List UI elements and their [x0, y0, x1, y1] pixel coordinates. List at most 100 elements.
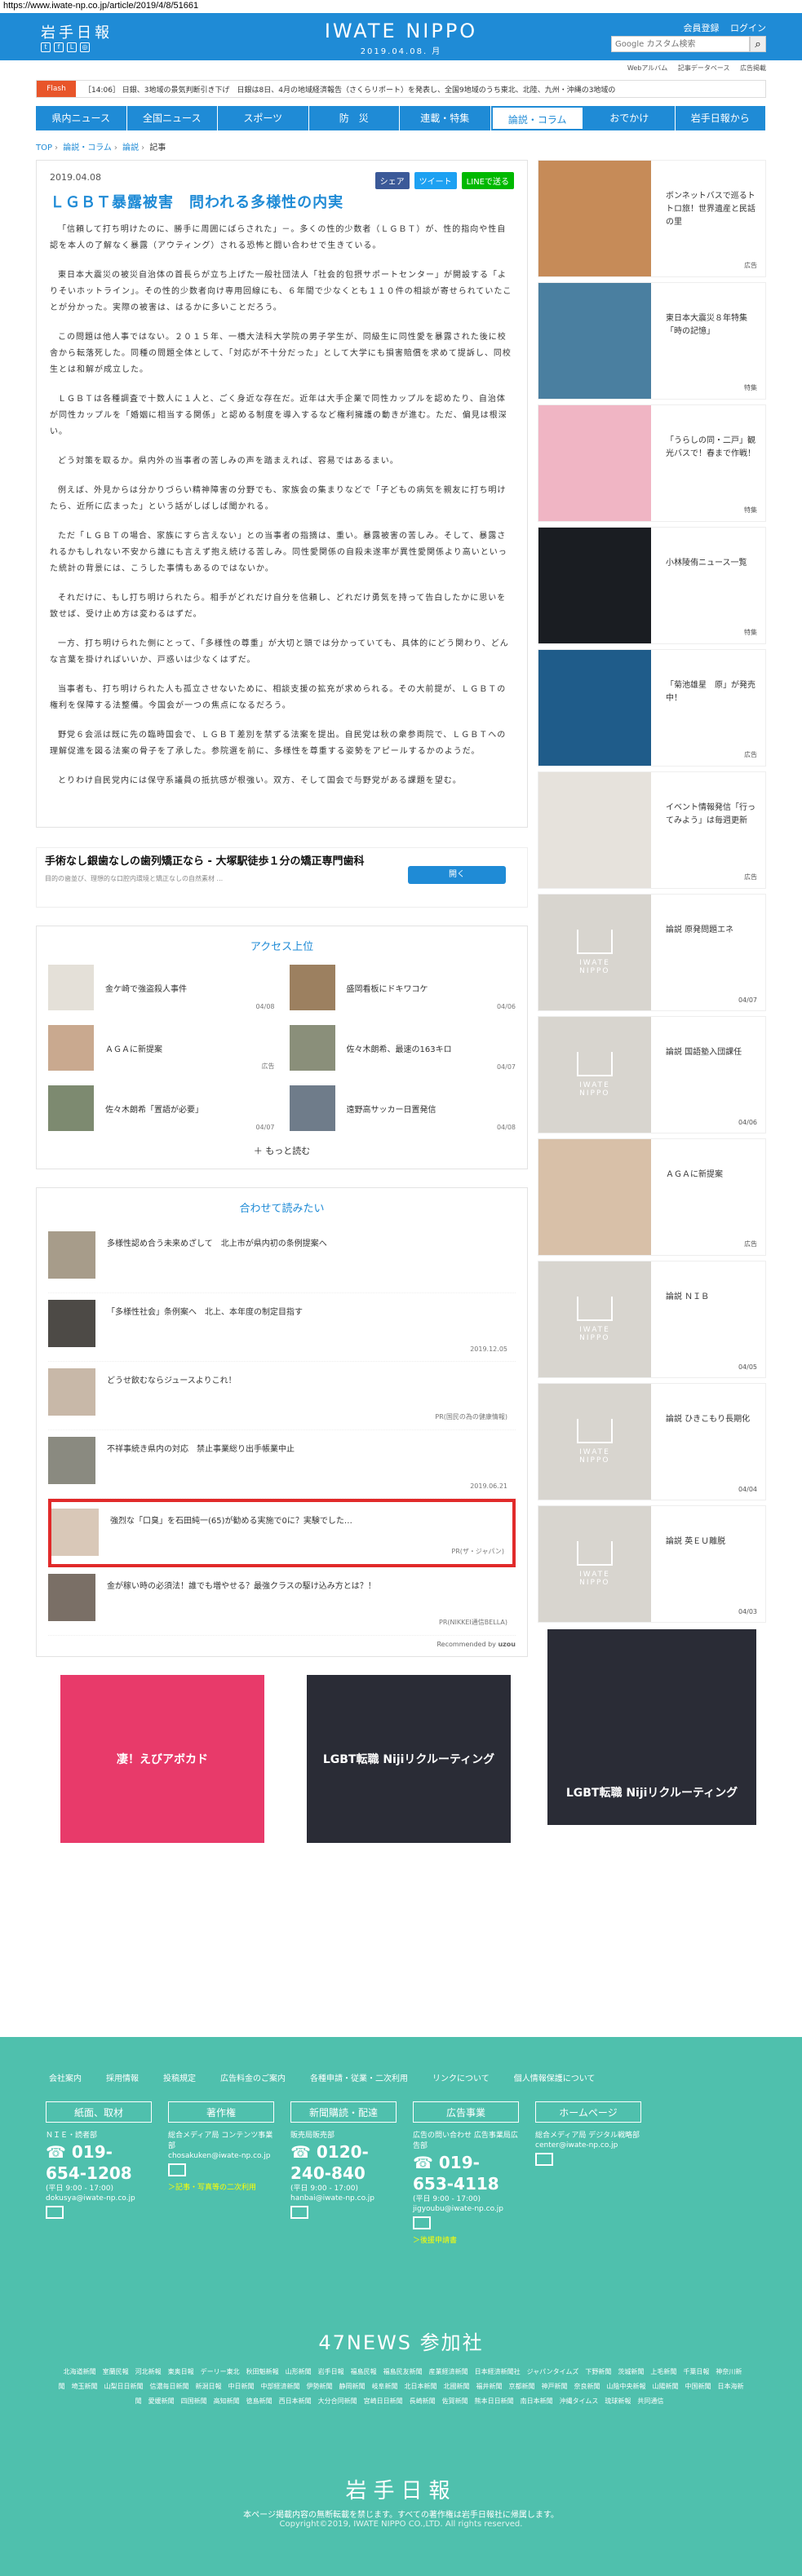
- n47-member-link[interactable]: 下野新聞: [585, 2368, 611, 2375]
- related-item-highlighted[interactable]: 強烈な「口臭」を石田純一(65)が勧める実施で0に？実験でした… PR(ザ・ジャパ…: [48, 1499, 516, 1567]
- sidebar-item[interactable]: IWATE NIPPO 論説 英ＥＵ離脱 04/03: [538, 1505, 766, 1623]
- n47-member-link[interactable]: 四国新聞: [181, 2397, 207, 2405]
- footer-logo[interactable]: 岩手日報: [0, 2474, 802, 2504]
- n47-member-link[interactable]: 河北新報: [135, 2368, 162, 2375]
- nav-features[interactable]: 連載・特集: [400, 106, 491, 130]
- ranking-item[interactable]: 金ケ崎で強盗殺人事件 04/08: [48, 963, 275, 1012]
- n47-member-link[interactable]: 静岡新聞: [339, 2383, 366, 2390]
- n47-member-link[interactable]: 熊本日日新聞: [475, 2397, 514, 2405]
- nav-sports[interactable]: スポーツ: [218, 106, 309, 130]
- facebook-share-button[interactable]: シェア: [374, 172, 410, 189]
- nav-national-news[interactable]: 全国ニュース: [127, 106, 218, 130]
- footer-col-mail[interactable]: dokusya@iwate-np.co.jp: [46, 2194, 152, 2203]
- ranking-item[interactable]: 盛岡看板にドキワコケ 04/06: [289, 963, 516, 1012]
- n47-member-link[interactable]: 南日本新聞: [521, 2397, 553, 2405]
- n47-member-link[interactable]: 室蘭民報: [103, 2368, 129, 2375]
- flash-news-bar[interactable]: Flash ［14:06］ 日銀、3地域の景気判断引き下げ 日銀は8日、4月の地…: [36, 80, 766, 98]
- mail-icon[interactable]: [290, 2206, 308, 2219]
- ranking-item[interactable]: 佐々木朗希、最速の163キロ 04/07: [289, 1023, 516, 1072]
- n47-member-link[interactable]: 日本経済新聞社: [475, 2368, 521, 2375]
- related-item[interactable]: 不祥事続き県内の対応 禁止事業総り出手帳業中止 2019.06.21: [48, 1430, 516, 1499]
- recommended-by[interactable]: Recommended by uzou: [48, 1641, 516, 1648]
- footer-col-link[interactable]: ＞記事・写真等の二次利用: [168, 2181, 274, 2192]
- footer-link[interactable]: リンクについて: [432, 2071, 490, 2083]
- n47-member-link[interactable]: 上毛新聞: [650, 2368, 676, 2375]
- footer-link[interactable]: 個人情報保護について: [514, 2071, 596, 2083]
- ad-open-button[interactable]: 開く: [408, 866, 506, 884]
- sidebar-item[interactable]: 小林陵侑ニュース一覧 特集: [538, 527, 766, 644]
- n47-member-link[interactable]: 福島民友新聞: [383, 2368, 423, 2375]
- sidebar-item[interactable]: ボンネットバスで巡るトトロ旅！世界遺産と民話の里 広告: [538, 160, 766, 277]
- mail-icon[interactable]: [413, 2216, 431, 2229]
- n47-member-link[interactable]: 京都新聞: [509, 2383, 535, 2390]
- subnav-ads[interactable]: 広告掲載: [740, 64, 766, 72]
- sidebar-item[interactable]: IWATE NIPPO 論説 国語塾入団課任 04/06: [538, 1016, 766, 1133]
- subnav-database[interactable]: 記事データベース: [678, 64, 730, 72]
- sidebar-item[interactable]: IWATE NIPPO 論説 原発問題エネ 04/07: [538, 894, 766, 1011]
- footer-col-mail[interactable]: center@iwate-np.co.jp: [535, 2141, 641, 2150]
- n47-member-link[interactable]: 千葉日報: [683, 2368, 709, 2375]
- n47-member-link[interactable]: 北海道新聞: [64, 2368, 96, 2375]
- n47-member-link[interactable]: 秋田魁新報: [246, 2368, 279, 2375]
- nav-outing[interactable]: おでかけ: [584, 106, 676, 130]
- footer-col-heading[interactable]: 新聞購読・配達: [290, 2101, 397, 2123]
- line-share-button[interactable]: LINEで送る: [461, 172, 514, 189]
- n47-member-link[interactable]: 北國新聞: [444, 2383, 470, 2390]
- nav-from-nippo[interactable]: 岩手日報から: [676, 106, 766, 130]
- n47-member-link[interactable]: 大分合同新聞: [318, 2397, 357, 2405]
- related-item[interactable]: どうせ飲むならジュースよりこれ！ PR(国民の為の健康情報): [48, 1362, 516, 1430]
- ranking-item[interactable]: 遠野高サッカー日置発信 04/08: [289, 1084, 516, 1133]
- breadcrumb-ronsetsu[interactable]: 論説: [122, 144, 139, 152]
- sidebar-item[interactable]: 「うらしの同・二戸」観光バスで！春まで作戦！ 特集: [538, 404, 766, 522]
- sidebar-item[interactable]: IWATE NIPPO 論説 ひきこもり長期化 04/04: [538, 1383, 766, 1500]
- n47-member-link[interactable]: 福井新聞: [476, 2383, 503, 2390]
- n47-member-link[interactable]: 沖縄タイムス: [560, 2397, 599, 2405]
- n47-member-link[interactable]: 北日本新聞: [405, 2383, 437, 2390]
- footer-link[interactable]: 広告料金のご案内: [220, 2071, 286, 2083]
- footer-col-mail[interactable]: jigyoubu@iwate-np.co.jp: [413, 2205, 519, 2213]
- n47-member-link[interactable]: 福島民報: [351, 2368, 377, 2375]
- footer-col-heading[interactable]: 広告事業: [413, 2101, 519, 2123]
- n47-member-link[interactable]: 西日本新聞: [279, 2397, 312, 2405]
- url-bar[interactable]: https://www.iwate-np.co.jp/article/2019/…: [0, 0, 802, 13]
- search-input[interactable]: [611, 36, 750, 52]
- footer-col-heading[interactable]: ホームページ: [535, 2101, 641, 2123]
- search-button[interactable]: ⌕: [750, 36, 766, 52]
- register-link[interactable]: 会員登録: [684, 23, 720, 33]
- n47-member-link[interactable]: 新潟日報: [196, 2383, 222, 2390]
- n47-member-link[interactable]: 埼玉新聞: [72, 2383, 98, 2390]
- n47-member-link[interactable]: デーリー東北: [201, 2368, 240, 2375]
- breadcrumb-top[interactable]: TOP: [36, 144, 52, 152]
- footer-link[interactable]: 採用情報: [106, 2071, 139, 2083]
- related-item[interactable]: 多様性認め合う未来めざして 北上市が県内初の条例提案へ: [48, 1225, 516, 1293]
- sidebar-item[interactable]: イベント情報発信「行ってみよう」は毎週更新 広告: [538, 771, 766, 889]
- sidebar-item[interactable]: ＡＧＡに新提案 広告: [538, 1138, 766, 1256]
- n47-member-link[interactable]: 共同通信: [637, 2397, 663, 2405]
- sidebar-ad[interactable]: LGBT転職 Nijiリクルーティング: [547, 1629, 756, 1825]
- ranking-item[interactable]: 佐々木朗希「置語が必要」 04/07: [48, 1084, 275, 1133]
- n47-member-link[interactable]: 中部経済新聞: [261, 2383, 300, 2390]
- n47-member-link[interactable]: 佐賀新聞: [442, 2397, 468, 2405]
- n47-member-link[interactable]: 山形新聞: [286, 2368, 312, 2375]
- more-button[interactable]: ＋ もっと読む: [48, 1144, 516, 1157]
- subnav-album[interactable]: Webアルバム: [627, 64, 667, 72]
- n47-member-link[interactable]: 岩手日報: [318, 2368, 344, 2375]
- breadcrumb-editorial[interactable]: 論説・コラム: [63, 144, 112, 152]
- n47-member-link[interactable]: 山陰中央新報: [607, 2383, 646, 2390]
- sidebar-item[interactable]: 東日本大震災８年特集「時の記憶」 特集: [538, 282, 766, 400]
- related-item[interactable]: 金が稼い時の必須法！誰でも増やせる？最強クラスの駆け込み方とは？！ PR(NIKK…: [48, 1567, 516, 1636]
- footer-link[interactable]: 会社案内: [49, 2071, 82, 2083]
- footer-link[interactable]: 投稿規定: [163, 2071, 196, 2083]
- mail-icon[interactable]: [46, 2206, 64, 2219]
- ranking-item[interactable]: ＡＧＡに新提案 広告: [48, 1023, 275, 1072]
- footer-col-mail[interactable]: hanbai@iwate-np.co.jp: [290, 2194, 397, 2203]
- nav-editorial[interactable]: 論説・コラム: [490, 106, 584, 130]
- n47-member-link[interactable]: 信濃毎日新聞: [150, 2383, 189, 2390]
- mail-icon[interactable]: [168, 2163, 186, 2176]
- n47-member-link[interactable]: 神戸新聞: [542, 2383, 568, 2390]
- n47-member-link[interactable]: 徳島新聞: [246, 2397, 273, 2405]
- sidebar-item[interactable]: IWATE NIPPO 論説 ＮＩＢ 04/05: [538, 1261, 766, 1378]
- n47-member-link[interactable]: 山陽新聞: [653, 2383, 679, 2390]
- ad-subway[interactable]: 凄！えびアボカド: [60, 1675, 264, 1843]
- related-item[interactable]: 「多様性社会」条例案へ 北上、本年度の制定目指す 2019.12.05: [48, 1293, 516, 1362]
